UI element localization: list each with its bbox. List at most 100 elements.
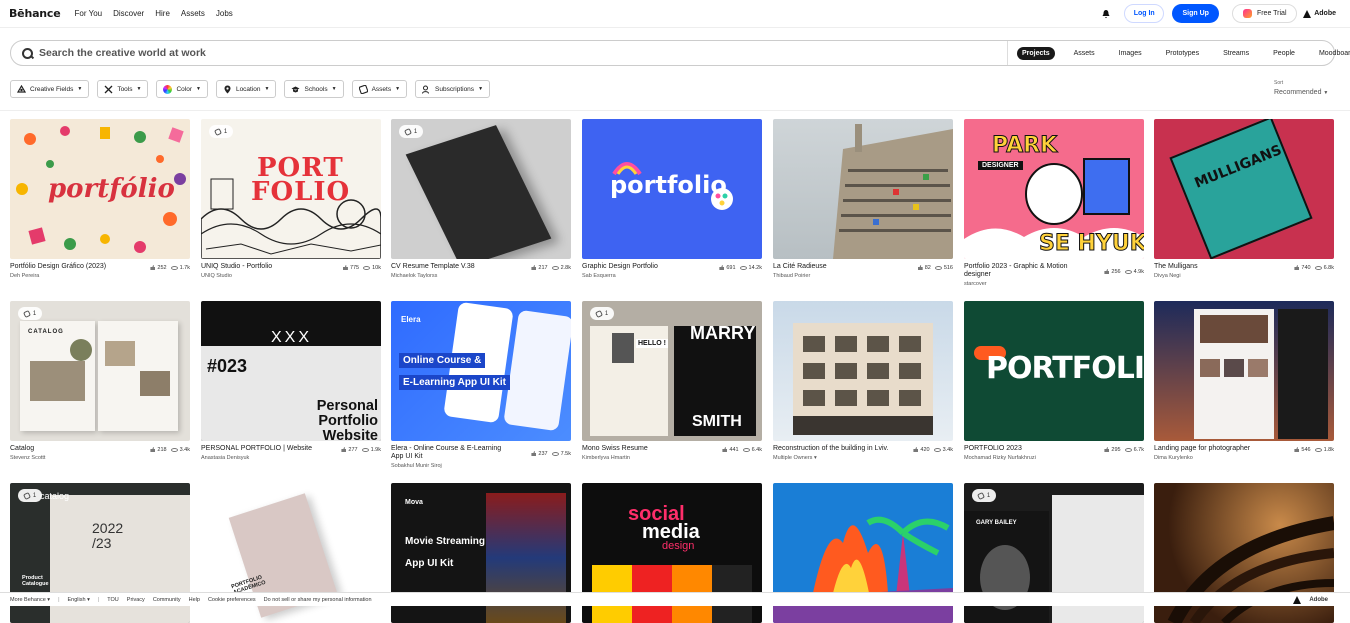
footer-language[interactable]: English ▾ — [68, 597, 90, 603]
footer-adobe-link[interactable]: Adobe — [1293, 596, 1336, 604]
project-thumbnail[interactable] — [1154, 301, 1334, 441]
project-owner[interactable]: UNIQ Studio — [201, 273, 381, 279]
project-thumbnail[interactable]: CATALOG 1 — [10, 301, 190, 441]
project-title[interactable]: UNIQ Studio - Portfolio — [201, 263, 319, 271]
project-thumbnail[interactable]: DESIGNER PARK SE HYUK — [964, 119, 1144, 259]
filter-subscriptions[interactable]: Subscriptions ▼ — [415, 80, 491, 98]
project-owner[interactable]: Stevenz Scottt — [10, 455, 190, 461]
likes-count: 252 — [157, 264, 167, 271]
nav-assets[interactable]: Assets — [181, 9, 205, 18]
project-thumbnail[interactable]: PORT FOLIO 1 — [201, 119, 381, 259]
bell-icon[interactable] — [1101, 9, 1111, 19]
search-input[interactable] — [39, 47, 999, 59]
project-card[interactable]: CATALOG 1 Catalog 218 3.4k Stevenz Scottt — [10, 301, 190, 461]
tab-streams[interactable]: Streams — [1218, 47, 1254, 60]
project-card[interactable]: Landing page for photographer 546 1.8k Dim… — [1154, 301, 1334, 461]
project-title[interactable]: Reconstruction of the building in Lviv. — [773, 445, 891, 453]
project-thumbnail[interactable]: portfólio — [10, 119, 190, 259]
project-title[interactable]: PORTFOLIO 2023 — [964, 445, 1082, 453]
footer-privacy[interactable]: Privacy — [127, 597, 145, 603]
project-title[interactable]: La Cité Radieuse — [773, 263, 891, 271]
project-thumbnail[interactable]: 1 — [391, 119, 571, 259]
free-trial-button[interactable]: Free Trial — [1232, 4, 1298, 23]
footer-do-not-sell[interactable]: Do not sell or share my personal informa… — [264, 597, 372, 603]
project-card[interactable]: portfólio Portfólio Design Gráfico (2023… — [10, 119, 190, 279]
project-title[interactable]: Elera - Online Course & E-Learning App U… — [391, 445, 509, 461]
project-owner[interactable]: starcover — [964, 281, 1144, 287]
building-photo — [833, 124, 953, 259]
project-card[interactable]: portfolio Graphic Design Portfolio 691 14.… — [582, 119, 762, 279]
footer-more-behance[interactable]: More Behance ▾ — [10, 597, 50, 603]
project-title[interactable]: Landing page for photographer — [1154, 445, 1272, 453]
subscriptions-icon — [422, 85, 430, 94]
thumbnail-text: portfólio — [48, 174, 175, 204]
project-owner[interactable]: Dima Kurylenko — [1154, 455, 1334, 461]
thumbs-up-icon — [913, 447, 919, 452]
project-card[interactable]: 1 CV Resume Template V.38 217 2.8k Michael… — [391, 119, 571, 279]
project-card[interactable]: La Cité Radieuse 82 516 Thibaud Poirier — [773, 119, 953, 279]
tab-prototypes[interactable]: Prototypes — [1161, 47, 1204, 60]
project-owner[interactable]: Kimberlyva Hmartin — [582, 455, 762, 461]
project-card[interactable]: PORTFOLIO PORTFOLIO 2023 295 6.7k Mochamad… — [964, 301, 1144, 461]
footer-tou[interactable]: TOU — [107, 597, 119, 603]
project-owner[interactable]: Deh Pereira — [10, 273, 190, 279]
nav-jobs[interactable]: Jobs — [216, 9, 233, 18]
nav-for-you[interactable]: For You — [75, 9, 103, 18]
tab-people[interactable]: People — [1268, 47, 1300, 60]
multi-image-count: 1 — [32, 492, 37, 499]
project-thumbnail[interactable]: portfolio — [582, 119, 762, 259]
footer-community[interactable]: Community — [153, 597, 181, 603]
project-title[interactable]: PERSONAL PORTFOLIO | Website — [201, 445, 319, 453]
project-card[interactable]: Elera Online Course & E-Learning App UI … — [391, 301, 571, 469]
project-card[interactable]: HELLO ! MARRY SMITH 1 Mono Swiss Resume 4… — [582, 301, 762, 461]
project-thumbnail[interactable] — [773, 119, 953, 259]
project-thumbnail[interactable]: Elera Online Course & E-Learning App UI … — [391, 301, 571, 441]
tab-assets[interactable]: Assets — [1069, 47, 1100, 60]
filter-schools[interactable]: Schools ▼ — [284, 80, 344, 98]
signup-button[interactable]: Sign Up — [1172, 4, 1220, 23]
project-title[interactable]: Catalog — [10, 445, 128, 453]
nav-hire[interactable]: Hire — [155, 9, 170, 18]
filter-color[interactable]: Color ▼ — [156, 80, 208, 98]
project-thumbnail[interactable]: HELLO ! MARRY SMITH 1 — [582, 301, 762, 441]
project-owner[interactable]: Michaelok Taylorss — [391, 273, 571, 279]
project-card[interactable]: PORT FOLIO 1 UNIQ Studio - Portfolio 775 1… — [201, 119, 381, 279]
filter-location[interactable]: Location ▼ — [215, 80, 277, 98]
tab-moodboards[interactable]: Moodboards — [1314, 47, 1350, 60]
footer-cookie-preferences[interactable]: Cookie preferences — [208, 597, 256, 603]
behance-logo[interactable]: Bēhance — [9, 7, 61, 20]
project-owner[interactable]: Sab Esquerra — [582, 273, 762, 279]
project-card[interactable]: Reconstruction of the building in Lviv. 4… — [773, 301, 953, 461]
project-thumbnail[interactable]: MULLIGANS — [1154, 119, 1334, 259]
project-title[interactable]: Portfólio Design Gráfico (2023) — [10, 263, 128, 271]
project-card[interactable]: DESIGNER PARK SE HYUK Portfolio 2023 - G… — [964, 119, 1144, 287]
project-owner[interactable]: Thibaud Poirier — [773, 273, 953, 279]
project-thumbnail[interactable] — [773, 301, 953, 441]
filter-creative-fields[interactable]: Creative Fields ▼ — [10, 80, 90, 98]
project-card[interactable]: XXX #023 Personal Portfolio Website PERS… — [201, 301, 381, 461]
tab-projects[interactable]: Projects — [1017, 46, 1055, 60]
project-card[interactable]: MULLIGANS The Mulligans 740 6.8k Divya Neg… — [1154, 119, 1334, 279]
project-title[interactable]: Portfolio 2023 - Graphic & Motion design… — [964, 263, 1082, 279]
project-owner[interactable]: Mochamad Rizky Nurfakhruzi — [964, 455, 1144, 461]
nav-discover[interactable]: Discover — [113, 9, 144, 18]
project-owner[interactable]: Divya Negi — [1154, 273, 1334, 279]
landing-photo — [1224, 359, 1244, 377]
tab-images[interactable]: Images — [1114, 47, 1147, 60]
sort-dropdown[interactable]: Sort Recommended ▼ — [1274, 80, 1328, 96]
project-thumbnail[interactable]: PORTFOLIO — [964, 301, 1144, 441]
login-button[interactable]: Log In — [1124, 4, 1165, 23]
project-title[interactable]: CV Resume Template V.38 — [391, 263, 509, 271]
project-title[interactable]: Graphic Design Portfolio — [582, 263, 700, 271]
project-title[interactable]: Mono Swiss Resume — [582, 445, 700, 453]
project-title[interactable]: The Mulligans — [1154, 263, 1272, 271]
filter-tools[interactable]: Tools ▼ — [97, 80, 149, 98]
project-thumbnail[interactable]: XXX #023 Personal Portfolio Website — [201, 301, 381, 441]
footer-help[interactable]: Help — [189, 597, 200, 603]
adobe-link[interactable]: Adobe — [1303, 9, 1336, 18]
project-owner[interactable]: Anastasia Denisyuk — [201, 455, 381, 461]
project-owner[interactable]: Multiple Owners ▾ — [773, 455, 953, 461]
project-owner[interactable]: Sobakhul Munir Siroj — [391, 463, 571, 469]
filter-assets[interactable]: Assets ▼ — [351, 80, 408, 98]
likes-count: 217 — [538, 264, 548, 271]
